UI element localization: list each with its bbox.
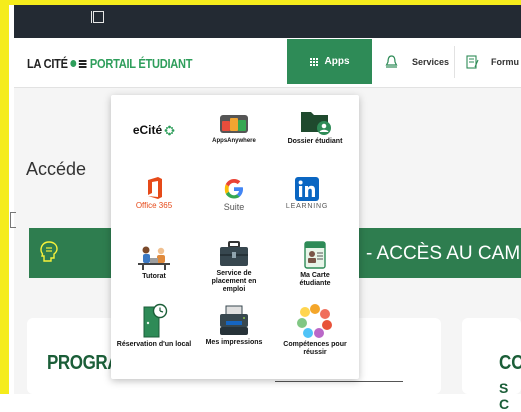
- app-ecite[interactable]: eCité: [114, 123, 194, 137]
- services-nav-item[interactable]: Services: [385, 39, 449, 84]
- apps-button[interactable]: Apps: [287, 39, 372, 84]
- door-clock-icon: [143, 303, 168, 338]
- card-divider-line: [275, 381, 403, 382]
- sparkle-icon: [164, 125, 175, 135]
- app-office365[interactable]: Office 365: [114, 177, 194, 210]
- reservation-label: Réservation d'un local: [116, 341, 192, 348]
- google-icon: [224, 179, 243, 199]
- head-icon: [40, 241, 58, 262]
- linkedin-icon: [295, 177, 319, 201]
- left-bracket-mark: [10, 212, 16, 228]
- secondary-card-subtitle: S C: [499, 380, 510, 412]
- tutorat-label: Tutorat: [142, 273, 166, 280]
- app-reservation-local[interactable]: Réservation d'un local: [114, 303, 194, 349]
- learning-label: LEARNING: [285, 203, 329, 210]
- site-header: LA CITÉ PORTAIL ÉTUDIANT Apps Services F…: [14, 38, 521, 88]
- competences-icon: [297, 304, 332, 338]
- dossier-label: Dossier étudiant: [287, 138, 343, 145]
- app-appsanywhere[interactable]: AppsAnywhere: [194, 113, 274, 145]
- competences-label: Compétences pour réussir: [283, 341, 347, 356]
- app-carte-etudiante[interactable]: Ma Carte étudiante: [275, 240, 355, 288]
- tutoring-icon: [138, 246, 170, 270]
- placement-label: Service de placement en emploi: [211, 270, 257, 293]
- logo-dot-icon: [70, 60, 77, 67]
- grid-icon: [309, 57, 318, 66]
- titlebar-cursor: [91, 11, 92, 23]
- access-heading: Accéde: [26, 159, 87, 179]
- secondary-card[interactable]: CO S C: [462, 318, 521, 412]
- logo-bars-icon: [78, 59, 87, 68]
- formulaires-nav-item[interactable]: Formu: [466, 39, 519, 84]
- form-icon: [466, 54, 479, 69]
- window-icon[interactable]: [93, 11, 104, 23]
- logo-text-portal: PORTAIL ÉTUDIANT: [89, 56, 193, 71]
- formulaires-label: Formu: [491, 56, 519, 67]
- app-dossier-etudiant[interactable]: Dossier étudiant: [275, 108, 355, 146]
- site-logo[interactable]: LA CITÉ PORTAIL ÉTUDIANT: [27, 56, 192, 71]
- banner-text: - ACCÈS AU CAM: [366, 243, 521, 264]
- appsanywhere-icon: [220, 115, 248, 133]
- appsanywhere-label: AppsAnywhere: [212, 138, 256, 144]
- folder-user-icon: [301, 112, 331, 135]
- gsuite-label: Suite: [223, 202, 245, 212]
- logo-text-lacite: LA CITÉ: [27, 56, 68, 71]
- bell-icon: [385, 55, 398, 68]
- window-titlebar: [14, 5, 521, 38]
- app-linkedin-learning[interactable]: LEARNING: [267, 177, 347, 210]
- programs-card-title: PROGRA: [47, 352, 120, 374]
- office-icon: [148, 177, 162, 199]
- app-impressions[interactable]: Mes impressions: [194, 303, 274, 347]
- nav-divider: [454, 46, 455, 78]
- impressions-label: Mes impressions: [205, 339, 263, 346]
- ecite-label: eCité: [132, 123, 163, 137]
- office365-label: Office 365: [135, 201, 173, 210]
- student-card-icon: [304, 241, 326, 269]
- app-placement-emploi[interactable]: Service de placement en emploi: [194, 240, 274, 294]
- app-gsuite[interactable]: Suite: [194, 177, 274, 212]
- app-competences[interactable]: Compétences pour réussir: [275, 303, 355, 357]
- apps-dropdown: eCité AppsAnywhere Dossier étudiant Offi…: [111, 95, 359, 379]
- yellow-frame-left: [0, 0, 9, 394]
- carte-label: Ma Carte étudiante: [299, 272, 331, 287]
- app-tutorat[interactable]: Tutorat: [114, 241, 194, 281]
- secondary-card-title: CO: [499, 352, 521, 374]
- apps-label: Apps: [324, 56, 350, 67]
- services-label: Services: [412, 56, 450, 67]
- printer-icon: [220, 305, 248, 335]
- briefcase-icon: [220, 241, 248, 266]
